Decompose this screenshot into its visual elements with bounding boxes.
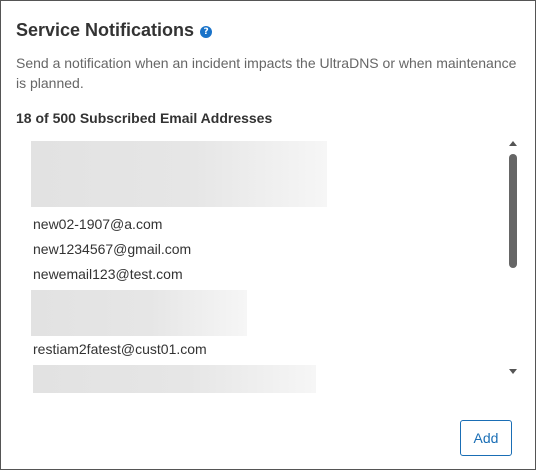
scroll-down-arrow-icon[interactable] — [509, 369, 517, 374]
redacted-email-item — [31, 141, 327, 207]
email-list-item[interactable]: restiam2fatest@cust01.com — [33, 341, 207, 357]
redacted-email-item — [33, 365, 316, 393]
scroll-up-arrow-icon[interactable] — [509, 141, 517, 146]
panel-title-text: Service Notifications — [16, 20, 195, 40]
add-button[interactable]: Add — [460, 420, 512, 456]
question-circle-icon[interactable]: ? — [200, 25, 213, 38]
subscribed-count-label: 18 of 500 Subscribed Email Addresses — [16, 110, 273, 126]
service-notifications-panel: Service Notifications ? Send a notificat… — [0, 0, 536, 470]
redacted-email-item — [31, 290, 247, 336]
email-list-item[interactable]: new1234567@gmail.com — [33, 241, 191, 257]
panel-title: Service Notifications ? — [16, 20, 213, 41]
email-list-item[interactable]: new02-1907@a.com — [33, 216, 162, 232]
panel-description: Send a notification when an incident imp… — [16, 55, 517, 91]
email-list[interactable]: new02-1907@a.com new1234567@gmail.com ne… — [16, 136, 521, 398]
email-list-item[interactable]: newemail123@test.com — [33, 266, 183, 282]
scrollbar-thumb[interactable] — [509, 154, 517, 268]
